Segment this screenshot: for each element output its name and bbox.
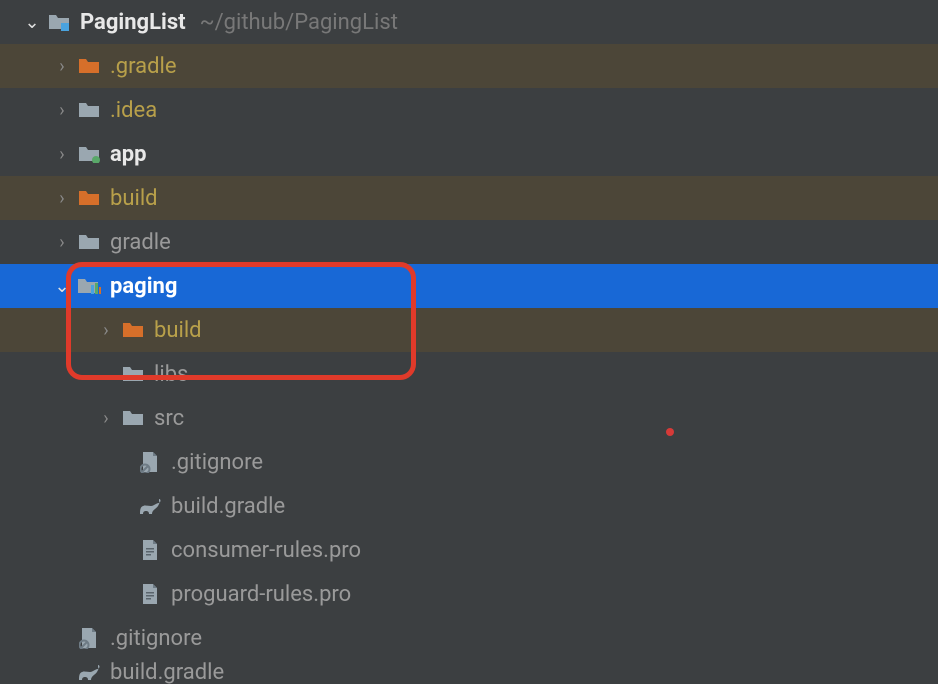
chevron-down-icon[interactable]: ⌄ <box>20 12 44 33</box>
excluded-folder-icon <box>74 57 104 75</box>
tree-node-app[interactable]: › app <box>0 132 938 176</box>
folder-icon <box>74 101 104 119</box>
folder-label: libs <box>154 362 188 387</box>
file-label: .gitignore <box>171 450 263 475</box>
excluded-folder-icon <box>74 189 104 207</box>
folder-label: .idea <box>110 98 157 123</box>
text-file-icon <box>135 583 165 605</box>
module-folder-icon <box>74 145 104 163</box>
folder-label: paging <box>110 274 177 299</box>
folder-icon <box>74 233 104 251</box>
project-name: PagingList <box>80 10 186 35</box>
chevron-right-icon[interactable]: › <box>50 144 74 165</box>
chevron-right-icon[interactable]: › <box>50 188 74 209</box>
annotation-dot <box>666 428 674 436</box>
tree-node-paging-consumer[interactable]: consumer-rules.pro <box>0 528 938 572</box>
tree-node-gradle-hidden[interactable]: › .gradle <box>0 44 938 88</box>
file-label: .gitignore <box>110 626 202 651</box>
tree-node-build[interactable]: › build <box>0 176 938 220</box>
file-label: build.gradle <box>110 660 224 684</box>
tree-node-project-root[interactable]: ⌄ PagingList ~/github/PagingList <box>0 0 938 44</box>
file-label: proguard-rules.pro <box>171 582 351 607</box>
tree-node-paging-build[interactable]: › build <box>0 308 938 352</box>
project-tree[interactable]: ⌄ PagingList ~/github/PagingList › .grad… <box>0 0 938 684</box>
folder-icon <box>118 409 148 427</box>
tree-node-paging-buildgradle[interactable]: build.gradle <box>0 484 938 528</box>
chevron-down-icon[interactable]: ⌄ <box>50 276 74 297</box>
folder-icon <box>118 365 148 383</box>
file-label: build.gradle <box>171 494 285 519</box>
ignore-file-icon <box>135 451 165 473</box>
chevron-right-icon[interactable]: › <box>94 408 118 429</box>
folder-label: app <box>110 142 147 167</box>
chevron-right-icon[interactable]: › <box>50 100 74 121</box>
module-folder-icon <box>44 13 74 31</box>
tree-node-paging-proguard[interactable]: proguard-rules.pro <box>0 572 938 616</box>
tree-node-paging-src[interactable]: › src <box>0 396 938 440</box>
folder-label: .gradle <box>110 54 177 79</box>
text-file-icon <box>135 539 165 561</box>
tree-node-root-gitignore[interactable]: › .gitignore <box>0 616 938 660</box>
chevron-right-icon[interactable]: › <box>94 320 118 341</box>
folder-label: build <box>154 318 202 343</box>
tree-node-paging-libs[interactable]: › libs <box>0 352 938 396</box>
folder-label: build <box>110 186 158 211</box>
file-label: consumer-rules.pro <box>171 538 361 563</box>
gradle-file-icon <box>74 662 104 682</box>
chevron-right-icon[interactable]: › <box>50 56 74 77</box>
tree-node-paging-gitignore[interactable]: .gitignore <box>0 440 938 484</box>
project-path: ~/github/PagingList <box>200 10 398 35</box>
tree-node-gradle[interactable]: › gradle <box>0 220 938 264</box>
excluded-folder-icon <box>118 321 148 339</box>
folder-label: src <box>154 406 184 431</box>
tree-node-paging[interactable]: ⌄ paging <box>0 264 938 308</box>
tree-node-idea[interactable]: › .idea <box>0 88 938 132</box>
tree-node-root-buildgradle[interactable]: › build.gradle <box>0 660 938 684</box>
ignore-file-icon <box>74 627 104 649</box>
folder-label: gradle <box>110 230 171 255</box>
library-module-folder-icon <box>74 277 104 295</box>
chevron-right-icon[interactable]: › <box>50 232 74 253</box>
gradle-file-icon <box>135 496 165 516</box>
